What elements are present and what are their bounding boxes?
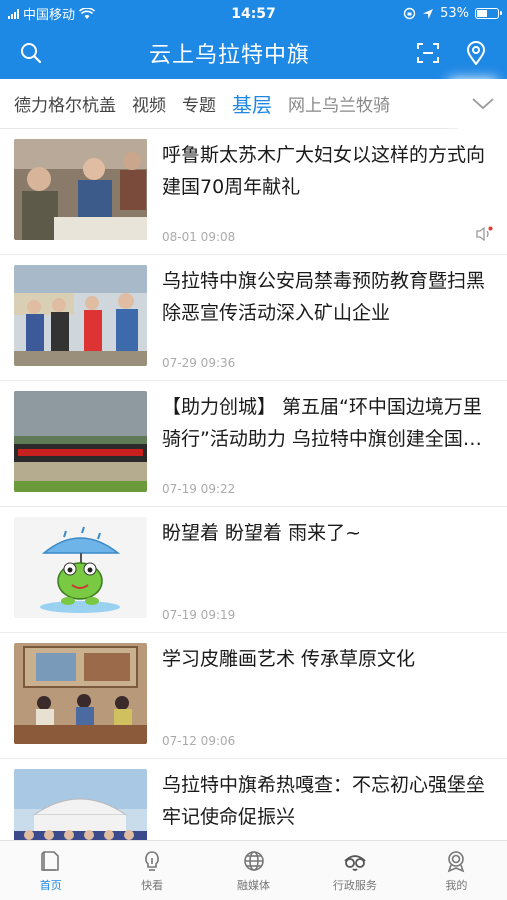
nav-media[interactable]: 融媒体 (203, 841, 304, 900)
speaker-icon[interactable] (475, 226, 493, 246)
nav-quicklook[interactable]: 快看 (101, 841, 202, 900)
news-title: 乌拉特中旗公安局禁毒预防教育暨扫黑除恶宣传活动深入矿山企业 (162, 270, 486, 324)
news-title: 乌拉特中旗希热嘎查：不忘初心强堡垒 牢记使命促振兴 (162, 774, 486, 828)
search-icon[interactable] (16, 38, 46, 68)
lock-rotation-icon (403, 7, 416, 20)
news-thumbnail (14, 265, 147, 366)
battery-percent: 53% (440, 6, 469, 21)
location-arrow-icon (423, 8, 434, 19)
bottom-nav: 首页 快看 融媒体 行政服务 我的 (0, 840, 507, 900)
signal-icon (8, 8, 19, 19)
news-list: 呼鲁斯太苏木广大妇女以这样的方式向建国70周年献礼 08-01 09:08 乌拉… (0, 129, 507, 841)
scan-icon[interactable] (413, 38, 443, 68)
chevron-down-icon[interactable] (459, 79, 507, 129)
news-date: 08-01 09:08 (162, 230, 236, 244)
globe-icon (243, 850, 264, 871)
nav-admin-service[interactable]: 行政服务 (304, 841, 405, 900)
news-date: 07-19 09:19 (162, 608, 236, 622)
news-title: 呼鲁斯太苏木广大妇女以这样的方式向建国70周年献礼 (162, 144, 486, 198)
news-item[interactable]: 乌拉特中旗希热嘎查：不忘初心强堡垒 牢记使命促振兴 (0, 759, 507, 841)
carrier-name: 中国移动 (23, 8, 76, 23)
news-thumbnail (14, 391, 147, 492)
battery-icon (475, 8, 502, 19)
home-icon (40, 850, 59, 871)
tab-grassroots[interactable]: 基层 (232, 89, 272, 118)
news-item[interactable]: 呼鲁斯太苏木广大妇女以这样的方式向建国70周年献礼 08-01 09:08 (0, 129, 507, 255)
tab-video[interactable]: 视频 (132, 91, 166, 116)
news-item[interactable]: 盼望着 盼望着 雨来了~ 07-19 09:19 (0, 507, 507, 633)
news-date: 07-19 09:22 (162, 482, 236, 496)
news-item[interactable]: 乌拉特中旗公安局禁毒预防教育暨扫黑除恶宣传活动深入矿山企业 07-29 09:3… (0, 255, 507, 381)
clock: 14:57 (231, 5, 276, 22)
app-header: 云上乌拉特中旗 (0, 27, 507, 79)
status-bar: 中国移动 14:57 53% (0, 0, 507, 27)
wifi-icon (79, 7, 96, 19)
news-item[interactable]: 学习皮雕画艺术 传承草原文化 07-12 09:06 (0, 633, 507, 759)
nav-label: 行政服务 (332, 878, 377, 892)
news-date: 07-12 09:06 (162, 734, 236, 748)
nav-label: 融媒体 (237, 878, 271, 892)
nav-home[interactable]: 首页 (0, 841, 101, 900)
news-thumbnail (14, 139, 147, 240)
category-tabs: 德力格尔杭盖 视频 专题 基层 网上乌兰牧骑 (0, 79, 507, 129)
lightbulb-icon (145, 850, 159, 871)
tab-online-wulanmuqi[interactable]: 网上乌兰牧骑 (288, 91, 390, 116)
tab-topic[interactable]: 专题 (182, 91, 216, 116)
news-thumbnail (14, 643, 147, 744)
nav-profile[interactable]: 我的 (406, 841, 507, 900)
nav-label: 快看 (141, 878, 164, 892)
news-thumbnail (14, 517, 147, 618)
profile-icon (448, 850, 465, 872)
news-item[interactable]: 【助力创城】 第五届“环中国边境万里骑行”活动助力 乌拉特中旗创建全国文明城市 … (0, 381, 507, 507)
news-date: 07-29 09:36 (162, 356, 236, 370)
service-icon (344, 854, 366, 871)
news-title: 【助力创城】 第五届“环中国边境万里骑行”活动助力 乌拉特中旗创建全国文明城市 (162, 396, 482, 450)
battery-fill (477, 10, 488, 17)
nav-label: 首页 (39, 878, 62, 892)
news-title: 盼望着 盼望着 雨来了~ (162, 522, 361, 544)
tab-deligeer[interactable]: 德力格尔杭盖 (14, 91, 116, 116)
news-thumbnail (14, 769, 147, 841)
nav-label: 我的 (445, 878, 468, 892)
news-title: 学习皮雕画艺术 传承草原文化 (162, 648, 416, 670)
location-pin-icon[interactable] (461, 38, 491, 68)
app-title: 云上乌拉特中旗 (148, 43, 310, 68)
